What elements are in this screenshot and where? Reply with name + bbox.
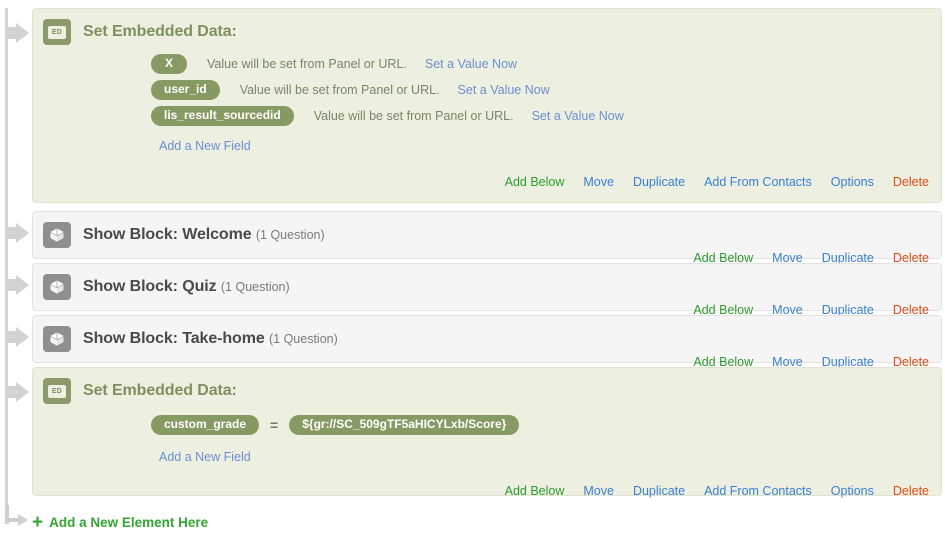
action-add-from-contacts[interactable]: Add From Contacts [704, 484, 812, 498]
element-title: Show Block: Welcome (1 Question) [83, 226, 325, 244]
element-header: Show Block: Quiz (1 Question) [33, 264, 941, 300]
field-name-pill[interactable]: custom_grade [151, 415, 260, 435]
embedded-data-field-row: custom_grade = ${gr://SC_509gTF5aHICYLxb… [33, 410, 941, 440]
element-question-count: (1 Question) [220, 280, 290, 294]
field-value-note: Value will be set from Panel or URL. [239, 83, 440, 97]
embedded-data-icon: ED [43, 378, 71, 404]
survey-flow-canvas: ED Set Embedded Data: X Value will be se… [0, 0, 945, 542]
embedded-data-field-list: X Value will be set from Panel or URL. S… [33, 45, 941, 129]
block-cube-icon [43, 274, 71, 300]
element-question-count: (1 Question) [255, 228, 325, 242]
field-name-pill[interactable]: lis_result_sourcedid [151, 106, 294, 126]
element-title: Show Block: Take-home (1 Question) [83, 330, 338, 348]
add-a-new-element-here-label: Add a New Element Here [49, 515, 209, 530]
embedded-data-field-row: user_id Value will be set from Panel or … [33, 77, 941, 103]
block-cube-icon [43, 326, 71, 352]
flow-elbow-arrow-icon [4, 505, 32, 533]
element-title: Set Embedded Data: [83, 382, 237, 399]
element-title: Show Block: Quiz (1 Question) [83, 278, 290, 296]
flow-element-show-block-quiz[interactable]: Show Block: Quiz (1 Question) Add Below … [32, 263, 942, 317]
element-title-text: Show Block: Welcome [83, 226, 252, 243]
action-delete[interactable]: Delete [893, 484, 929, 498]
field-name-pill[interactable]: X [151, 54, 188, 74]
field-value-pill[interactable]: ${gr://SC_509gTF5aHICYLxb/Score} [289, 415, 520, 435]
element-title-text: Show Block: Take-home [83, 330, 265, 347]
set-a-value-now-link[interactable]: Set a Value Now [425, 57, 517, 71]
element-header: ED Set Embedded Data: [33, 368, 941, 404]
element-actions: Add Below Move Duplicate Add From Contac… [33, 478, 941, 506]
element-title-text: Show Block: Quiz [83, 278, 217, 295]
flow-arrow-icon [5, 222, 31, 244]
flow-rail [5, 8, 8, 508]
set-a-value-now-link[interactable]: Set a Value Now [458, 83, 550, 97]
embedded-data-icon-label: ED [48, 384, 66, 398]
embedded-data-field-row: lis_result_sourcedid Value will be set f… [33, 103, 941, 129]
flow-arrow-icon [5, 274, 31, 296]
add-a-new-element-here-button[interactable]: + Add a New Element Here [32, 511, 209, 533]
element-question-count: (1 Question) [269, 332, 338, 346]
flow-element-set-embedded-data-2[interactable]: ED Set Embedded Data: custom_grade = ${g… [32, 367, 942, 498]
element-header: ED Set Embedded Data: [33, 9, 941, 45]
add-a-new-field-link[interactable]: Add a New Field [33, 440, 251, 468]
element-header: Show Block: Take-home (1 Question) [33, 316, 941, 352]
flow-arrow-icon [5, 381, 31, 403]
field-name-pill[interactable]: user_id [151, 80, 220, 100]
field-value-note: Value will be set from Panel or URL. [207, 57, 407, 71]
action-add-from-contacts[interactable]: Add From Contacts [704, 175, 812, 189]
equals-sign: = [270, 417, 279, 433]
action-move[interactable]: Move [583, 484, 614, 498]
flow-element-set-embedded-data-1[interactable]: ED Set Embedded Data: X Value will be se… [32, 8, 942, 203]
action-add-below[interactable]: Add Below [505, 484, 565, 498]
embedded-data-field-row: X Value will be set from Panel or URL. S… [33, 51, 941, 77]
action-options[interactable]: Options [831, 484, 874, 498]
action-delete[interactable]: Delete [893, 175, 929, 189]
embedded-data-field-list: custom_grade = ${gr://SC_509gTF5aHICYLxb… [33, 404, 941, 440]
embedded-data-icon: ED [43, 19, 71, 45]
add-a-new-field-link[interactable]: Add a New Field [33, 129, 251, 157]
action-move[interactable]: Move [583, 175, 614, 189]
flow-element-show-block-take-home[interactable]: Show Block: Take-home (1 Question) Add B… [32, 315, 942, 369]
block-cube-icon [43, 222, 71, 248]
plus-icon: + [32, 511, 44, 533]
field-value-note: Value will be set from Panel or URL. [313, 109, 514, 123]
action-options[interactable]: Options [831, 175, 874, 189]
element-title: Set Embedded Data: [83, 23, 237, 40]
action-duplicate[interactable]: Duplicate [633, 484, 685, 498]
flow-arrow-icon [5, 22, 31, 44]
flow-element-show-block-welcome[interactable]: Show Block: Welcome (1 Question) Add Bel… [32, 211, 942, 265]
flow-arrow-icon [5, 326, 31, 348]
element-header: Show Block: Welcome (1 Question) [33, 212, 941, 248]
set-a-value-now-link[interactable]: Set a Value Now [532, 109, 624, 123]
action-duplicate[interactable]: Duplicate [633, 175, 685, 189]
embedded-data-icon-label: ED [48, 25, 66, 39]
action-add-below[interactable]: Add Below [505, 175, 565, 189]
element-actions: Add Below Move Duplicate Add From Contac… [33, 169, 941, 197]
